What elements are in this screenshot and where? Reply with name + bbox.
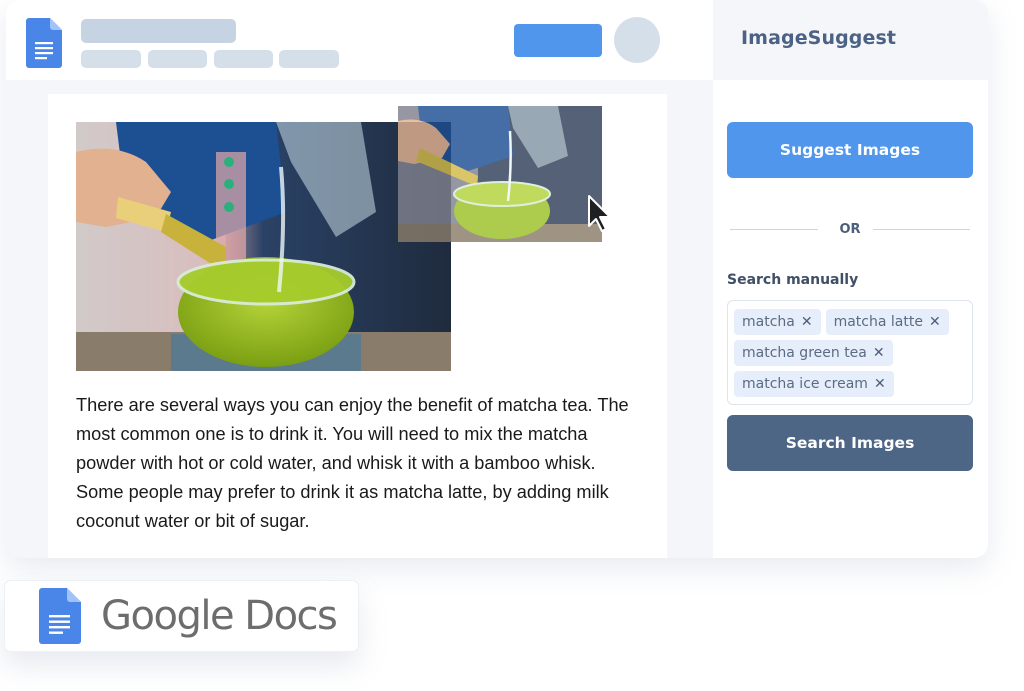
google-docs-icon xyxy=(26,18,62,68)
matcha-image[interactable] xyxy=(76,122,451,371)
docs-toolbar xyxy=(6,0,713,80)
document-title-placeholder[interactable] xyxy=(81,19,236,43)
addon-sidebar-header: ImageSuggest xyxy=(713,0,988,80)
addon-title: ImageSuggest xyxy=(741,27,897,49)
search-manually-label: Search manually xyxy=(727,272,859,288)
share-button[interactable] xyxy=(514,24,602,57)
menu-placeholder-4[interactable] xyxy=(279,50,339,68)
remove-tag-icon[interactable]: ✕ xyxy=(873,345,885,361)
dragged-image-thumbnail[interactable] xyxy=(398,106,602,242)
app-window: There are several ways you can enjoy the… xyxy=(6,0,988,558)
or-divider: OR xyxy=(730,220,970,240)
menu-placeholder-3[interactable] xyxy=(214,50,273,68)
tag-label: matcha green tea xyxy=(742,345,867,361)
keyword-tags-input[interactable]: matcha ✕ matcha latte ✕ matcha green tea… xyxy=(727,300,973,405)
keyword-tag: matcha latte ✕ xyxy=(825,309,949,335)
tag-label: matcha ice cream xyxy=(742,376,868,392)
document-paragraph[interactable]: There are several ways you can enjoy the… xyxy=(76,391,646,536)
suggest-images-button[interactable]: Suggest Images xyxy=(727,122,973,178)
google-docs-wordmark: Google Docs xyxy=(101,593,338,639)
remove-tag-icon[interactable]: ✕ xyxy=(801,314,813,330)
search-images-button[interactable]: Search Images xyxy=(727,415,973,471)
keyword-tag: matcha ✕ xyxy=(734,309,821,335)
google-docs-icon xyxy=(39,588,81,644)
mouse-pointer-icon xyxy=(588,195,611,232)
matcha-photo-illustration xyxy=(76,122,451,371)
addon-sidebar: Suggest Images OR Search manually matcha… xyxy=(713,80,988,558)
keyword-tag: matcha ice cream ✕ xyxy=(734,371,894,397)
user-avatar[interactable] xyxy=(614,17,660,63)
tag-label: matcha xyxy=(742,314,795,330)
google-docs-badge: Google Docs xyxy=(4,580,359,652)
thumbnail-photo-illustration xyxy=(398,106,602,242)
divider-line-right xyxy=(873,229,970,230)
keyword-tag: matcha green tea ✕ xyxy=(734,340,893,366)
remove-tag-icon[interactable]: ✕ xyxy=(874,376,886,392)
tag-label: matcha latte xyxy=(833,314,923,330)
menu-placeholder-2[interactable] xyxy=(148,50,207,68)
menu-placeholder-1[interactable] xyxy=(81,50,141,68)
remove-tag-icon[interactable]: ✕ xyxy=(929,314,941,330)
